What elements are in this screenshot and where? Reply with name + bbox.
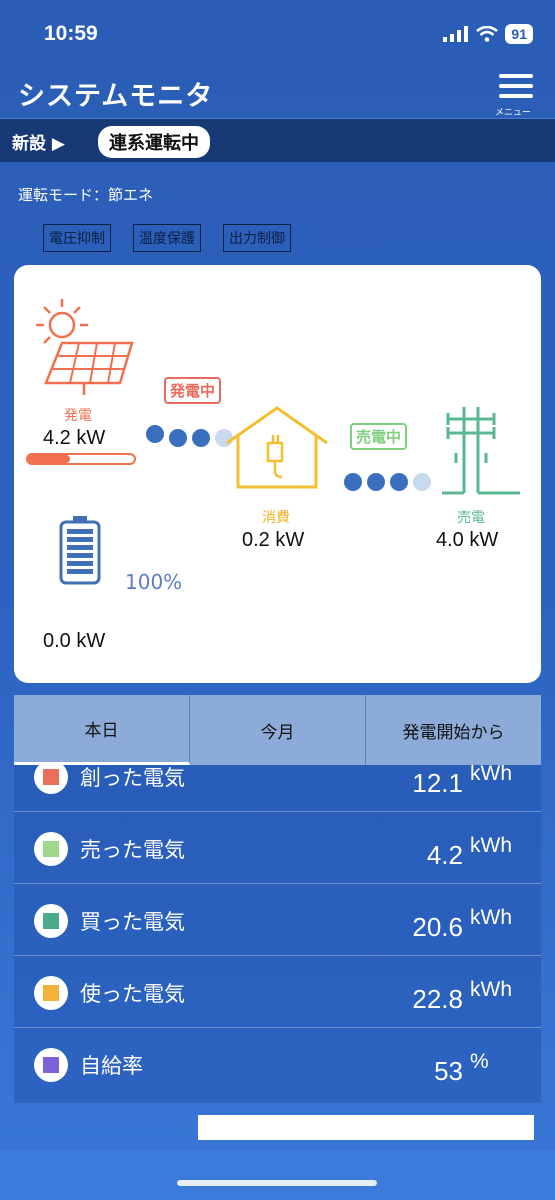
legend-swatch-icon xyxy=(43,1057,59,1073)
stat-unit: kWh xyxy=(470,834,512,857)
generation-value: 4.2 kW xyxy=(43,427,106,449)
signal-icon xyxy=(443,26,469,42)
stat-unit: kWh xyxy=(470,906,512,929)
legend-chip xyxy=(34,832,68,866)
consumption-label: 消費 xyxy=(262,510,290,526)
stat-name: 売った電気 xyxy=(80,838,185,862)
flow-dot xyxy=(192,429,210,447)
battery-icon xyxy=(59,516,101,585)
energy-flow-diagram: 発電 4.2 kW 発電中 消費 0.2 kW 売電中 売電 4.0 kW 10… xyxy=(14,265,541,683)
status-icons: 91 xyxy=(443,24,533,44)
status-bar: 10:59 91 xyxy=(0,0,555,62)
stat-value: 4.2 xyxy=(426,840,463,870)
stat-value: 20.6 xyxy=(412,912,463,942)
tab-since-start[interactable]: 発電開始から xyxy=(366,695,541,765)
period-tabs: 本日 今月 発電開始から xyxy=(14,695,541,765)
stat-name: 自給率 xyxy=(80,1054,143,1078)
stat-name: 創った電気 xyxy=(80,766,185,790)
stat-value: 53 xyxy=(434,1056,463,1086)
energy-stats-list: 創った電気 12.1 kWh 売った電気 4.2 kWh 買った電気 20.6 … xyxy=(14,765,541,1103)
hamburger-icon-line xyxy=(499,84,533,88)
stat-name: 買った電気 xyxy=(80,910,185,934)
flow-dot xyxy=(413,473,431,491)
battery-percent: 100% xyxy=(125,570,183,594)
stat-row-self-sufficiency: 自給率 53 % xyxy=(14,1028,541,1100)
selling-value: 4.0 kW xyxy=(436,529,499,551)
battery-indicator: 91 xyxy=(505,24,533,44)
flow-dot xyxy=(344,473,362,491)
status-time: 10:59 xyxy=(44,22,98,45)
legend-chip xyxy=(34,765,68,794)
legend-swatch-icon xyxy=(43,913,59,929)
stat-name: 使った電気 xyxy=(80,982,185,1006)
blank-banner xyxy=(198,1115,534,1140)
legend-swatch-icon xyxy=(43,769,59,785)
status-flags: 電圧抑制 温度保護 出力制御 xyxy=(43,224,291,252)
house-icon xyxy=(226,406,328,489)
flag-temperature-protection: 温度保護 xyxy=(133,224,201,252)
generation-label: 発電 xyxy=(64,408,92,424)
tab-today[interactable]: 本日 xyxy=(14,695,190,765)
menu-button[interactable]: メニュー xyxy=(495,74,535,118)
solar-panel-icon xyxy=(36,299,134,395)
legend-chip xyxy=(34,904,68,938)
legend-swatch-icon xyxy=(43,985,59,1001)
stat-unit: kWh xyxy=(470,978,512,1001)
generating-tag: 発電中 xyxy=(164,377,222,404)
flow-dot xyxy=(169,429,187,447)
selling-tag: 売電中 xyxy=(350,423,408,450)
new-label[interactable]: 新設 ▶ xyxy=(12,129,65,154)
stat-unit: kWh xyxy=(470,765,512,785)
stat-unit: % xyxy=(470,1050,489,1073)
stat-row-bought: 買った電気 20.6 kWh xyxy=(14,884,541,956)
battery-value: 0.0 kW xyxy=(43,630,106,652)
flow-dot xyxy=(146,425,164,443)
stat-row-generated: 創った電気 12.1 kWh xyxy=(14,765,541,812)
flag-voltage-suppression: 電圧抑制 xyxy=(43,224,111,252)
selling-label: 売電 xyxy=(457,510,485,526)
app-header: システムモニタ メニュー xyxy=(0,62,555,118)
flow-dot xyxy=(367,473,385,491)
page-title: システムモニタ xyxy=(18,81,214,112)
operation-mode: 運転モード：節エネ xyxy=(18,186,154,204)
stat-row-sold: 売った電気 4.2 kWh xyxy=(14,812,541,884)
legend-swatch-icon xyxy=(43,841,59,857)
running-status-badge: 連系運転中 xyxy=(98,126,210,158)
legend-chip xyxy=(34,1048,68,1082)
flow-dot xyxy=(390,473,408,491)
bottom-band xyxy=(0,1150,555,1200)
stat-value: 22.8 xyxy=(412,984,463,1014)
generation-level-bar xyxy=(26,453,136,465)
legend-chip xyxy=(34,976,68,1010)
wifi-icon xyxy=(476,26,499,42)
tab-this-month[interactable]: 今月 xyxy=(190,695,366,765)
menu-label: メニュー xyxy=(495,108,532,118)
generation-level-fill xyxy=(28,455,71,463)
stat-value: 12.1 xyxy=(412,768,463,798)
utility-pole-icon xyxy=(442,407,520,495)
hamburger-icon xyxy=(499,74,533,78)
hamburger-icon-line xyxy=(499,94,533,98)
flag-output-control: 出力制御 xyxy=(223,224,291,252)
consumption-value: 0.2 kW xyxy=(242,529,305,551)
status-strip: 新設 ▶ 連系運転中 xyxy=(0,118,555,162)
stat-row-used: 使った電気 22.8 kWh xyxy=(14,956,541,1028)
home-indicator[interactable] xyxy=(177,1180,377,1186)
